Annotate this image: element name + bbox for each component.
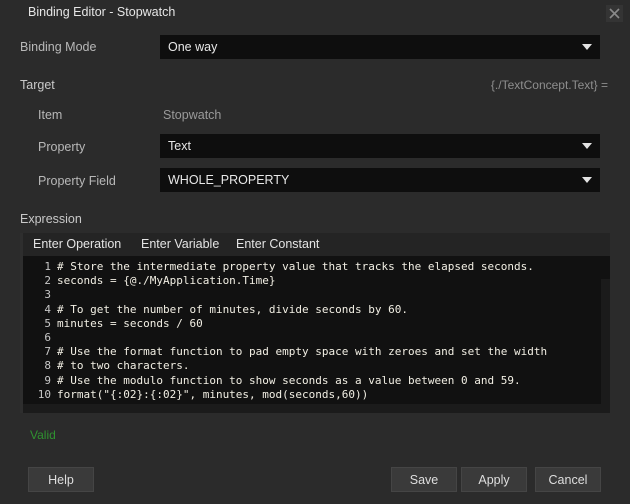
close-icon[interactable] xyxy=(606,5,623,22)
expression-editor[interactable]: Enter Operation Enter Variable Enter Con… xyxy=(20,233,610,413)
code-line: 1 # Store the intermediate property value… xyxy=(23,260,610,274)
line-number: 3 xyxy=(44,288,51,302)
code-line: 9 # Use the modulo function to show secon… xyxy=(23,374,610,388)
help-button[interactable]: Help xyxy=(28,467,94,492)
property-select[interactable]: Text xyxy=(160,134,600,158)
line-number: 10 xyxy=(37,387,51,401)
status-badge: Valid xyxy=(30,428,56,442)
expression-section-label: Expression xyxy=(20,212,82,226)
window-title: Binding Editor - Stopwatch xyxy=(28,5,176,19)
item-label: Item xyxy=(38,108,63,122)
chevron-down-icon xyxy=(582,177,592,183)
code-line: 2 seconds = {@./MyApplication.Time} xyxy=(23,274,610,288)
line-number: 8 xyxy=(44,359,51,373)
cancel-button[interactable]: Cancel xyxy=(535,467,601,492)
code-line: 3 xyxy=(23,288,610,302)
code-text: # Use the modulo function to show second… xyxy=(57,373,521,387)
code-horizontal-scrollbar[interactable] xyxy=(23,404,610,413)
property-field-row: Property Field WHOLE_PROPERTY xyxy=(0,168,630,194)
line-number: 1 xyxy=(44,260,51,273)
code-text: # to two characters. xyxy=(57,359,190,373)
line-number: 2 xyxy=(44,274,51,288)
target-section-label: Target xyxy=(20,78,55,92)
expression-toolbar: Enter Operation Enter Variable Enter Con… xyxy=(23,233,610,256)
line-number: 9 xyxy=(44,373,51,387)
title-bar: Binding Editor - Stopwatch xyxy=(0,0,630,26)
enter-variable-button[interactable]: Enter Variable xyxy=(141,233,219,256)
enter-operation-button[interactable]: Enter Operation xyxy=(33,233,121,256)
code-text: # To get the number of minutes, divide s… xyxy=(57,302,408,316)
code-text: format("{:02}:{:02}", minutes, mod(secon… xyxy=(57,387,369,401)
code-line: 10 format("{:02}:{:02}", minutes, mod(sec… xyxy=(23,388,610,402)
code-vertical-scrollbar[interactable] xyxy=(601,279,610,404)
code-line: 5 minutes = seconds / 60 xyxy=(23,317,610,331)
save-button[interactable]: Save xyxy=(391,467,457,492)
close-glyph xyxy=(609,8,620,19)
code-line: 4 # To get the number of minutes, divide … xyxy=(23,303,610,317)
code-text: minutes = seconds / 60 xyxy=(57,316,203,330)
property-value: Text xyxy=(168,139,191,153)
line-number: 6 xyxy=(44,330,51,344)
code-line: 8 # to two characters. xyxy=(23,359,610,373)
property-label: Property xyxy=(38,140,86,154)
line-number: 5 xyxy=(44,316,51,330)
apply-button[interactable]: Apply xyxy=(461,467,527,492)
chevron-down-icon xyxy=(582,143,592,149)
binding-editor-window: Binding Editor - Stopwatch Binding Mode … xyxy=(0,0,630,504)
binding-mode-label: Binding Mode xyxy=(20,40,97,54)
binding-mode-select[interactable]: One way xyxy=(160,35,600,59)
item-row: Item Stopwatch xyxy=(0,102,630,128)
property-field-label: Property Field xyxy=(38,174,116,188)
enter-constant-button[interactable]: Enter Constant xyxy=(236,233,319,256)
line-number: 7 xyxy=(44,345,51,359)
target-section-header: Target {./TextConcept.Text} = xyxy=(0,72,630,98)
code-area[interactable]: 1 # Store the intermediate property value… xyxy=(23,256,610,413)
line-number: 4 xyxy=(44,302,51,316)
code-line: 6 xyxy=(23,331,610,345)
code-text: # Store the intermediate property value … xyxy=(57,260,534,273)
item-value: Stopwatch xyxy=(163,108,222,122)
property-field-select[interactable]: WHOLE_PROPERTY xyxy=(160,168,600,192)
target-path-text: {./TextConcept.Text} = xyxy=(490,78,608,92)
binding-mode-row: Binding Mode One way xyxy=(0,34,630,60)
property-row: Property Text xyxy=(0,134,630,160)
code-text: seconds = {@./MyApplication.Time} xyxy=(57,274,276,288)
chevron-down-icon xyxy=(582,44,592,50)
code-text: # Use the format function to pad empty s… xyxy=(57,345,548,359)
code-lines: 1 # Store the intermediate property value… xyxy=(23,260,610,402)
property-field-value: WHOLE_PROPERTY xyxy=(168,173,290,187)
binding-mode-value: One way xyxy=(168,40,218,54)
code-line: 7 # Use the format function to pad empty … xyxy=(23,345,610,359)
